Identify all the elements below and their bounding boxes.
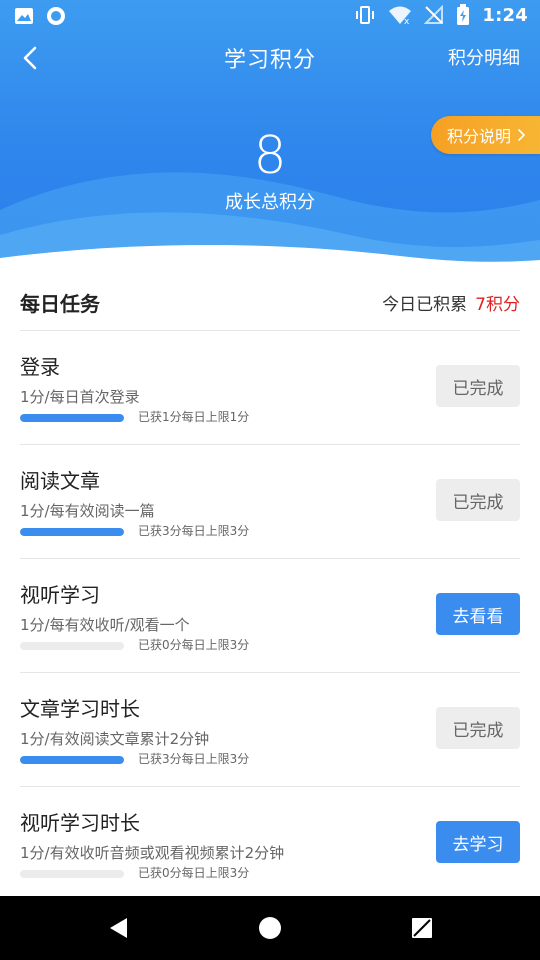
task-list: 登录 1分/每日首次登录 已获1分每日上限1分 已完成 阅读文章 1分/每有效阅… bbox=[20, 331, 520, 901]
task-progress-text: 已获3分每日上限3分 bbox=[138, 752, 250, 766]
top-bar: 学习积分 积分明细 bbox=[0, 34, 540, 80]
nav-back-button[interactable] bbox=[100, 910, 136, 946]
task-name: 文章学习时长 bbox=[20, 697, 140, 721]
task-name: 登录 bbox=[20, 355, 60, 379]
battery-icon bbox=[457, 4, 470, 25]
header: x 1:24 学习积分 积分明细 积分说明 8 成长总积分 bbox=[0, 0, 540, 270]
total-score-label: 成长总积分 bbox=[225, 192, 315, 213]
task-name: 视听学习 bbox=[20, 583, 100, 607]
circle-app-icon bbox=[47, 7, 65, 25]
task-action-button[interactable]: 已完成 bbox=[436, 707, 520, 749]
system-nav-bar bbox=[0, 896, 540, 960]
today-accumulated-label: 今日已积累 bbox=[382, 295, 468, 315]
task-progress-text: 已获1分每日上限1分 bbox=[138, 410, 250, 424]
task-progress-text: 已获0分每日上限3分 bbox=[138, 638, 250, 652]
task-progress-bar bbox=[20, 642, 124, 650]
wifi-icon: x bbox=[389, 6, 412, 25]
task-description: 1分/每有效收听/观看一个 bbox=[20, 616, 190, 634]
today-accumulated: 今日已积累 7积分 bbox=[382, 290, 520, 315]
task-action-button[interactable]: 去看看 bbox=[436, 593, 520, 635]
daily-tasks-title: 每日任务 bbox=[20, 292, 100, 316]
image-icon bbox=[15, 8, 33, 24]
status-bar: x 1:24 bbox=[0, 0, 540, 32]
home-circle-icon bbox=[259, 917, 281, 939]
recents-square-icon bbox=[412, 918, 432, 938]
task-progress-fill bbox=[20, 756, 124, 764]
vibrate-icon bbox=[356, 6, 375, 24]
task-item: 视听学习时长 1分/有效收听音频或观看视频累计2分钟 已获0分每日上限3分 去学… bbox=[20, 787, 520, 901]
back-triangle-icon bbox=[110, 918, 127, 938]
points-detail-link[interactable]: 积分明细 bbox=[448, 44, 520, 70]
daily-tasks-header: 每日任务 今日已积累 7积分 bbox=[20, 270, 520, 331]
task-progress-text: 已获0分每日上限3分 bbox=[138, 866, 250, 880]
task-action-button[interactable]: 已完成 bbox=[436, 365, 520, 407]
task-description: 1分/有效收听音频或观看视频累计2分钟 bbox=[20, 844, 285, 862]
no-signal-icon bbox=[424, 5, 444, 24]
task-item: 登录 1分/每日首次登录 已获1分每日上限1分 已完成 bbox=[20, 331, 520, 445]
today-accumulated-points: 7积分 bbox=[475, 295, 520, 315]
task-progress-bar bbox=[20, 414, 124, 422]
task-description: 1分/有效阅读文章累计2分钟 bbox=[20, 730, 210, 748]
task-progress-bar bbox=[20, 870, 124, 878]
task-progress-bar bbox=[20, 756, 124, 764]
task-progress-fill bbox=[20, 414, 124, 422]
task-name: 视听学习时长 bbox=[20, 811, 140, 835]
task-action-button[interactable]: 已完成 bbox=[436, 479, 520, 521]
status-time: 1:24 bbox=[482, 4, 528, 26]
task-item: 视听学习 1分/每有效收听/观看一个 已获0分每日上限3分 去看看 bbox=[20, 559, 520, 673]
task-progress-text: 已获3分每日上限3分 bbox=[138, 524, 250, 538]
task-action-button[interactable]: 去学习 bbox=[436, 821, 520, 863]
nav-home-button[interactable] bbox=[252, 910, 288, 946]
task-description: 1分/每日首次登录 bbox=[20, 388, 140, 406]
total-score-value: 8 bbox=[253, 126, 287, 186]
task-description: 1分/每有效阅读一篇 bbox=[20, 502, 155, 520]
task-progress-fill bbox=[20, 528, 124, 536]
nav-recents-button[interactable] bbox=[404, 910, 440, 946]
task-progress-bar bbox=[20, 528, 124, 536]
task-item: 阅读文章 1分/每有效阅读一篇 已获3分每日上限3分 已完成 bbox=[20, 445, 520, 559]
task-name: 阅读文章 bbox=[20, 469, 100, 493]
task-item: 文章学习时长 1分/有效阅读文章累计2分钟 已获3分每日上限3分 已完成 bbox=[20, 673, 520, 787]
svg-text:x: x bbox=[404, 17, 410, 25]
screen: x 1:24 学习积分 积分明细 积分说明 8 成长总积分 每日任务 今日已积累… bbox=[0, 0, 540, 960]
